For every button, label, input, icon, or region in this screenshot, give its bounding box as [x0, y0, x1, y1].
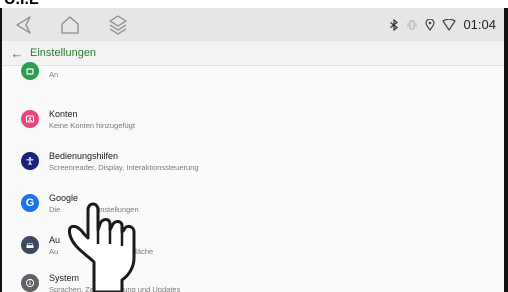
list-item-security[interactable]: An [2, 60, 504, 82]
list-item-subtitle: Screenreader, Display, Interaktionssteue… [49, 162, 199, 172]
list-item-title: Konten [49, 108, 78, 119]
arrow-back-icon[interactable]: ← [4, 46, 30, 61]
google-icon: G [21, 194, 39, 212]
system-navbar: 01:04 [2, 8, 504, 41]
home-icon[interactable] [50, 8, 90, 41]
location-icon [425, 18, 436, 31]
wifi-icon [442, 18, 457, 31]
caption-strip: U.I.L [0, 0, 508, 8]
info-icon [21, 274, 39, 292]
page-title: Einstellungen [30, 47, 97, 59]
clock: 01:04 [463, 17, 496, 32]
bluetooth-icon [389, 18, 399, 31]
list-item-subtitle: An [49, 69, 59, 79]
list-item-subtitle: Keine Konten hinzugefügt [49, 120, 135, 130]
accounts-icon [21, 110, 39, 128]
caption-text: U.I.L [4, 0, 39, 8]
vibrate-icon [406, 19, 418, 31]
status-area: 01:04 [389, 8, 496, 41]
security-icon [21, 62, 39, 80]
car-icon [21, 236, 39, 254]
list-item-accessibility[interactable]: Bedienungshilfen Screenreader, Display, … [2, 148, 504, 174]
back-icon[interactable] [4, 8, 44, 41]
accessibility-icon [21, 152, 39, 170]
list-item-accounts[interactable]: Konten Keine Konten hinzugefügt [2, 106, 504, 132]
recent-apps-icon[interactable] [98, 8, 138, 41]
list-item-title: Bedienungshilfen [49, 150, 119, 161]
pointing-hand-icon [68, 202, 136, 292]
